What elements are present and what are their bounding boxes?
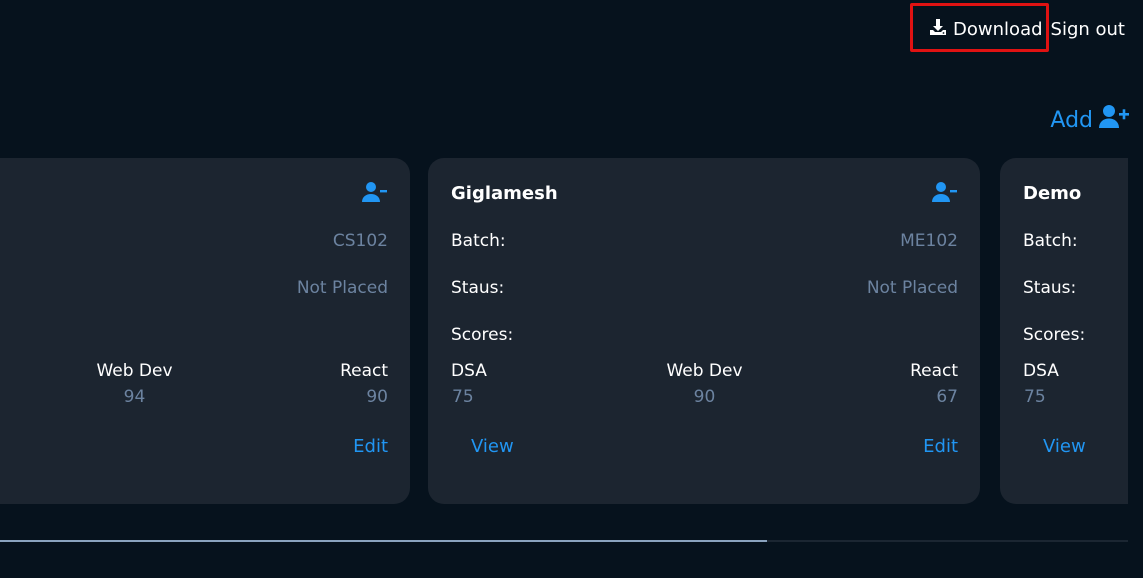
scores-grid: DSA 75 Web Dev 90 React 67 (451, 361, 958, 407)
score-name: DSA (1023, 361, 1059, 381)
score-dsa: DSA 75 (1023, 361, 1128, 407)
status-row: Staus: Not Placed (0, 278, 388, 298)
header-actions: Download Sign out (910, 3, 1125, 52)
score-name: Web Dev (666, 361, 743, 381)
edit-link[interactable]: Edit (353, 436, 388, 457)
view-link[interactable]: View (1043, 436, 1086, 457)
download-icon (928, 17, 948, 42)
card-actions: View Edit (471, 436, 958, 457)
score-name: React (340, 361, 388, 381)
status-label: Staus: (451, 278, 505, 298)
scores-label: Scores: (1023, 325, 1086, 345)
batch-row: Batch: ME102 (451, 231, 958, 251)
status-value: Not Placed (866, 278, 958, 298)
status-row: Staus: (1023, 278, 1128, 298)
student-card: Giglamesh Batch: ME102 Staus: Not Placed… (428, 158, 980, 504)
score-name: DSA (451, 361, 487, 381)
batch-value: ME102 (900, 231, 958, 251)
card-actions: View Edit (1043, 436, 1128, 457)
score-dsa: DSA 75 (451, 361, 571, 407)
batch-label: Batch: (451, 231, 506, 251)
score-react: React 67 (838, 361, 958, 407)
score-value: 90 (366, 387, 388, 407)
scores-grid: DSA 75 Web Dev React (1023, 361, 1128, 407)
scores-grid: DSA Web Dev 94 React 90 (0, 361, 388, 407)
user-minus-icon[interactable] (362, 181, 388, 207)
download-label: Download (953, 19, 1043, 40)
signout-button[interactable]: Sign out (1051, 19, 1125, 40)
download-wrap: Download (910, 3, 1049, 52)
batch-row: Batch: (1023, 231, 1128, 251)
score-webdev: Web Dev 90 (645, 361, 765, 407)
user-plus-icon (1099, 104, 1129, 136)
add-label: Add (1050, 107, 1093, 133)
batch-label: Batch: (1023, 231, 1078, 251)
score-webdev: Web Dev 94 (75, 361, 195, 407)
score-value: 75 (452, 387, 474, 407)
student-card: Batch: CS102 Staus: Not Placed Scores: D… (0, 158, 410, 504)
student-name: Giglamesh (451, 183, 558, 204)
view-link[interactable]: View (471, 436, 514, 457)
score-dsa: DSA (0, 361, 1, 407)
add-student-button[interactable]: Add (1050, 104, 1129, 136)
score-value: 90 (693, 387, 716, 407)
page: Download Sign out Add CS102 Not Placed W… (0, 0, 1143, 578)
scrollbar-thumb[interactable] (0, 540, 768, 542)
status-row: Staus: Not Placed (451, 278, 958, 298)
score-value: 94 (123, 387, 146, 407)
batch-row: Batch: CS102 (0, 231, 388, 251)
scores-row: Scores: (0, 325, 388, 345)
signout-label: Sign out (1050, 19, 1125, 40)
score-name: React (910, 361, 958, 381)
scores-row: Scores: (451, 325, 958, 345)
edit-link[interactable]: Edit (923, 436, 958, 457)
scores-row: Scores: (1023, 325, 1128, 345)
status-label: Staus: (1023, 278, 1077, 298)
student-name: Demo (1023, 183, 1082, 204)
horizontal-scrollbar[interactable] (0, 540, 1128, 542)
student-carousel[interactable]: Batch: CS102 Staus: Not Placed Scores: D… (0, 158, 1128, 506)
scores-label: Scores: (451, 325, 514, 345)
status-value: Not Placed (296, 278, 388, 298)
batch-value: CS102 (332, 231, 388, 251)
user-minus-icon[interactable] (932, 181, 958, 207)
card-actions: View Edit (0, 436, 388, 457)
score-name: Web Dev (96, 361, 173, 381)
score-value: 75 (1024, 387, 1046, 407)
student-card: Demo Batch: Staus: Scores: DSA 75 View (1000, 158, 1128, 504)
download-button[interactable]: Download (928, 17, 1043, 42)
score-value: 67 (936, 387, 958, 407)
score-react: React 90 (268, 361, 388, 407)
